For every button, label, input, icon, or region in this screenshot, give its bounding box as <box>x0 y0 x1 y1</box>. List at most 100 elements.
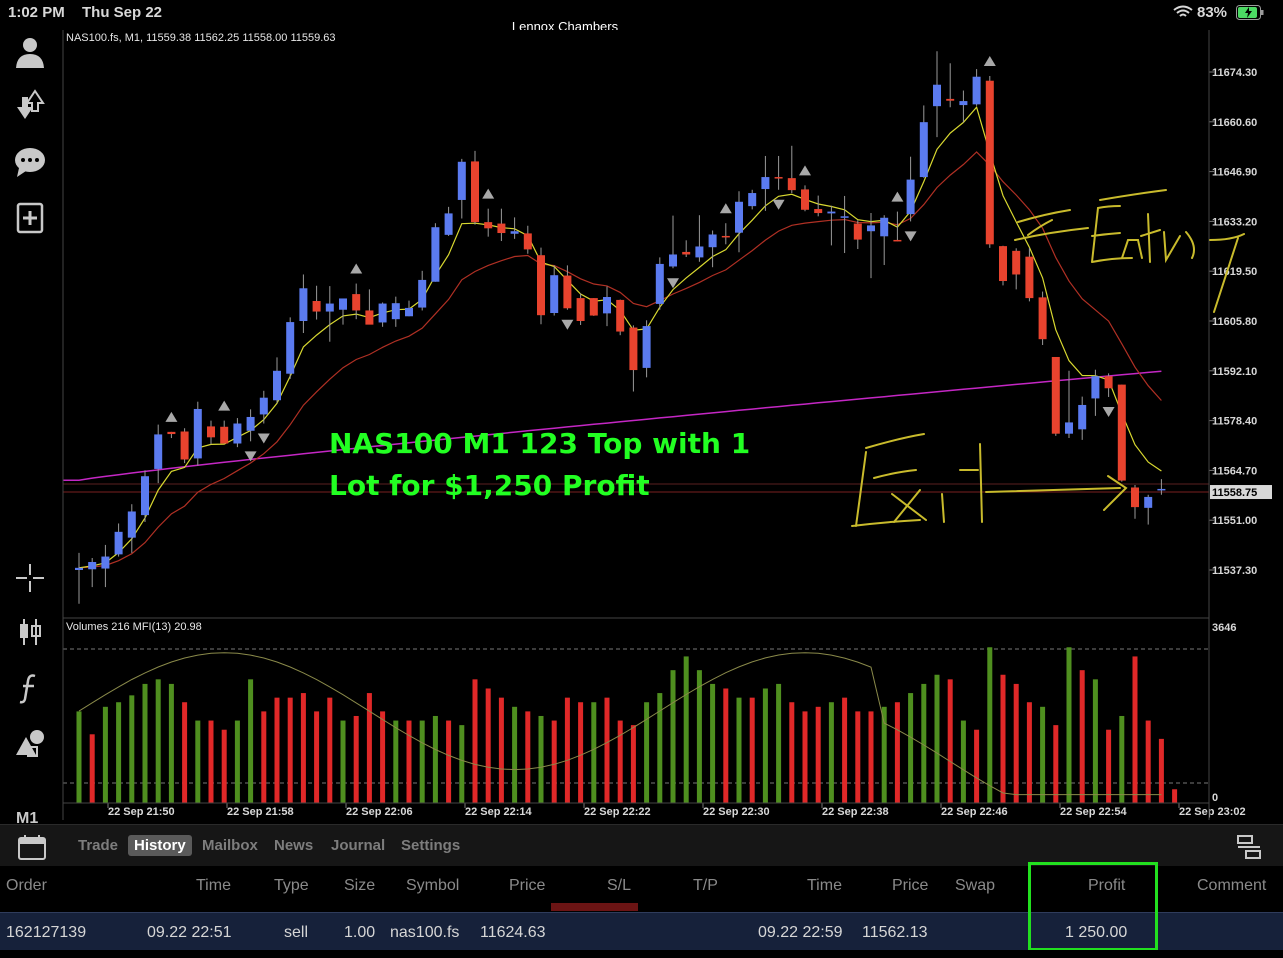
tab-news[interactable]: News <box>274 837 313 854</box>
col-open-price[interactable]: Price <box>509 877 545 895</box>
col-sl[interactable]: S/L <box>607 877 631 895</box>
col-close-price[interactable]: Price <box>892 877 928 895</box>
volume-bar <box>485 688 491 803</box>
col-order[interactable]: Order <box>6 877 47 895</box>
candle-bear <box>1117 384 1126 481</box>
col-open-time[interactable]: Time <box>196 877 231 895</box>
time-label: 22 Sep 22:14 <box>465 806 533 818</box>
candle-bear <box>220 426 229 444</box>
candle-bull <box>603 297 611 314</box>
tab-settings[interactable]: Settings <box>401 837 460 854</box>
candle-bull <box>233 423 242 444</box>
indicator-header: Volumes 216 MFI(13) 20.98 <box>66 621 202 633</box>
candle-bull <box>867 225 875 232</box>
col-swap[interactable]: Swap <box>955 877 995 895</box>
volume-bar <box>696 670 702 803</box>
time-label: 22 Sep 22:30 <box>703 806 770 818</box>
candle-bull <box>259 397 268 415</box>
candle-bull <box>391 303 400 320</box>
candle-bear <box>1012 250 1021 275</box>
volume-bar <box>710 683 716 803</box>
tab-mailbox[interactable]: Mailbox <box>202 837 258 854</box>
col-tp[interactable]: T/P <box>693 877 718 895</box>
candle-bear <box>523 233 532 250</box>
volume-bar <box>987 647 993 803</box>
candle-bear <box>853 223 862 240</box>
volume-bar <box>221 729 227 803</box>
volume-bar <box>855 711 861 803</box>
col-symbol[interactable]: Symbol <box>406 877 459 895</box>
volume-bar <box>1132 656 1138 803</box>
price-label: 11660.60 <box>1212 117 1257 129</box>
volume-bar <box>1158 738 1164 803</box>
layout-icon[interactable] <box>1236 834 1262 860</box>
col-comment[interactable]: Comment <box>1197 877 1266 895</box>
candle-bull <box>418 279 427 308</box>
tab-journal[interactable]: Journal <box>331 837 385 854</box>
chart-annotation-title: NAS100 M1 123 Top with 1 Lot for $1,250 … <box>329 427 751 502</box>
current-price-label: 11558.75 <box>1212 487 1257 499</box>
volume-bar <box>195 720 201 803</box>
price-label: 11674.30 <box>1212 67 1257 79</box>
volume-bar <box>1066 647 1072 803</box>
candle-bear <box>629 327 638 371</box>
volume-bar <box>155 679 161 803</box>
volume-bar <box>1106 729 1112 803</box>
candle-bear <box>946 98 955 101</box>
tab-trade[interactable]: Trade <box>78 837 118 854</box>
volume-bar <box>538 715 544 803</box>
cell-size: 1.00 <box>344 924 376 941</box>
candle-bull <box>959 101 968 106</box>
col-type[interactable]: Type <box>274 877 309 895</box>
candle-bull <box>431 227 440 282</box>
candle-bull <box>919 122 928 178</box>
volume-bar <box>459 725 465 803</box>
col-close-time[interactable]: Time <box>807 877 842 895</box>
price-label: 11633.20 <box>1212 216 1257 228</box>
candle-bear <box>721 235 730 238</box>
volume-bar <box>116 702 122 803</box>
volume-bar <box>353 715 359 803</box>
candle-bull <box>444 213 453 235</box>
candle-bull <box>1078 404 1087 430</box>
candle-bear <box>787 178 796 191</box>
candle-bull <box>378 303 387 323</box>
candle-bull <box>1091 376 1100 399</box>
volume-max-label: 3646 <box>1212 622 1236 634</box>
volume-bar <box>1040 706 1046 803</box>
profit-highlight-box <box>1028 862 1158 951</box>
volume-bar <box>1172 789 1178 803</box>
volume-bar <box>908 693 914 803</box>
candle-bear <box>1025 256 1034 299</box>
col-size[interactable]: Size <box>344 877 375 895</box>
candle-bull <box>906 179 915 215</box>
candle-bear <box>365 310 374 325</box>
tab-bar: Trade History Mailbox News Journal Setti… <box>0 824 1283 866</box>
volume-bar <box>300 693 306 803</box>
candle-bear <box>167 431 176 435</box>
candle-bear <box>484 222 493 229</box>
candle-bear <box>563 275 572 309</box>
candle-bull <box>246 416 255 431</box>
candle-bull <box>141 476 149 516</box>
candle-bull <box>325 303 334 312</box>
price-chart[interactable]: 11674.30 11660.60 11646.90 11633.20 11619.50… <box>0 0 1283 824</box>
time-label: 22 Sep 22:06 <box>346 806 413 818</box>
candle-bear <box>312 301 321 312</box>
candle-bear <box>471 161 479 223</box>
time-label: 22 Sep 22:38 <box>822 806 889 818</box>
calendar-icon[interactable] <box>18 834 46 860</box>
candle-bull <box>827 211 836 214</box>
volume-bar <box>802 711 808 803</box>
candle-bear <box>985 80 994 245</box>
cell-close-price: 11562.13 <box>862 924 928 941</box>
tab-history[interactable]: History <box>128 835 192 856</box>
candle-bull <box>550 275 559 314</box>
volume-bar <box>76 711 82 803</box>
time-label: 22 Sep 22:22 <box>584 806 651 818</box>
candle-bull <box>457 161 466 200</box>
candle-bear <box>180 431 189 460</box>
candle-bull <box>642 326 651 368</box>
candle-bull <box>708 234 717 248</box>
candle-bull <box>761 177 770 190</box>
